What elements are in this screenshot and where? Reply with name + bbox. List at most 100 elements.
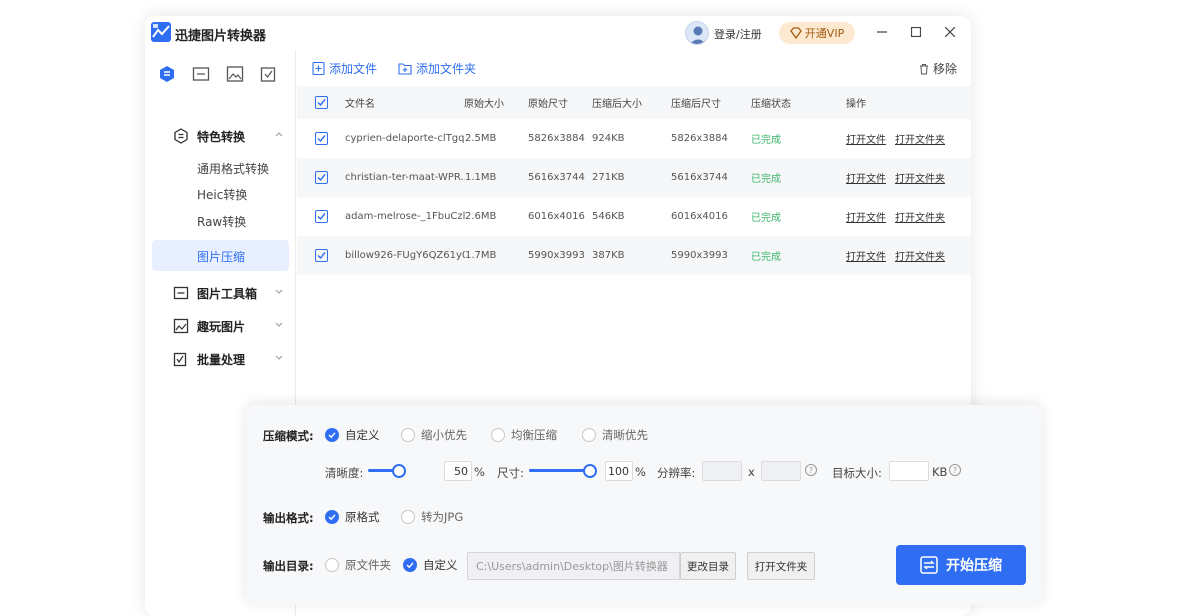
- diamond-icon: [789, 27, 802, 39]
- row-checkbox[interactable]: [315, 171, 328, 184]
- login-link[interactable]: 登录/注册: [714, 26, 762, 42]
- table-row[interactable]: christian-ter-maat-WPR... 1.1MB 5616x374…: [297, 158, 971, 197]
- nav-group-fun-image[interactable]: 趣玩图片: [145, 315, 296, 337]
- clarity-slider[interactable]: [368, 464, 430, 478]
- open-folder-link[interactable]: 打开文件夹: [895, 158, 951, 197]
- radio-unchecked-icon: [491, 428, 505, 442]
- open-file-link[interactable]: 打开文件: [846, 236, 892, 275]
- resolution-height-input[interactable]: [761, 461, 801, 481]
- add-file-button[interactable]: 添加文件: [312, 60, 377, 77]
- start-compress-label: 开始压缩: [946, 558, 1002, 574]
- remove-label: 移除: [933, 62, 958, 76]
- toolbox-icon: [173, 286, 189, 300]
- nav-group-toolbox[interactable]: 图片工具箱: [145, 282, 296, 304]
- open-file-link[interactable]: 打开文件: [846, 119, 892, 158]
- close-button[interactable]: [940, 22, 960, 42]
- radio-checked-icon: [325, 428, 339, 442]
- format-radio-jpg[interactable]: 转为JPG: [401, 509, 463, 525]
- table-row[interactable]: adam-melrose-_1FbuCzl... 2.6MB 6016x4016…: [297, 197, 971, 236]
- image-tab[interactable]: [225, 64, 245, 84]
- hexagon-tab[interactable]: [157, 64, 177, 84]
- target-size-input[interactable]: [889, 461, 929, 481]
- radio-label: 均衡压缩: [511, 428, 557, 442]
- row-checkbox[interactable]: [315, 210, 328, 223]
- col-actions: 操作: [846, 99, 866, 110]
- dir-radio-original[interactable]: 原文件夹: [325, 557, 391, 573]
- row-checkbox[interactable]: [315, 132, 328, 145]
- open-folder-link[interactable]: 打开文件夹: [895, 236, 951, 275]
- title-bar: 迅捷图片转换器 登录/注册 开通VIP: [145, 16, 971, 50]
- batch-check-icon: [260, 67, 276, 82]
- sidebar-item-general-format[interactable]: 通用格式转换: [197, 160, 269, 177]
- sidebar-item-heic[interactable]: Heic转换: [197, 186, 247, 203]
- open-folder-link[interactable]: 打开文件夹: [895, 197, 951, 236]
- sidebar-item-compress-label: 图片压缩: [197, 250, 246, 264]
- batch-tab[interactable]: [259, 64, 279, 84]
- compress-icon: [920, 556, 938, 574]
- nav-group-batch[interactable]: 批量处理: [145, 348, 296, 370]
- dir-radio-custom[interactable]: 自定义: [403, 557, 458, 573]
- open-file-link[interactable]: 打开文件: [846, 158, 892, 197]
- col-orig-dim[interactable]: 原始尺寸: [528, 86, 592, 119]
- size-input[interactable]: 100: [605, 461, 633, 481]
- format-radio-original[interactable]: 原格式: [325, 509, 380, 525]
- cell-orig-size: 2.6MB: [465, 211, 497, 222]
- toolbox-tab[interactable]: [191, 64, 211, 84]
- cell-new-size: 924KB: [592, 133, 625, 144]
- start-compress-button[interactable]: 开始压缩: [896, 545, 1026, 585]
- check-icon: [317, 174, 326, 182]
- cell-new-dim: 5616x3744: [671, 172, 728, 183]
- clarity-input[interactable]: 50: [444, 461, 472, 481]
- col-new-size[interactable]: 压缩后大小: [592, 86, 671, 119]
- cell-orig-dim: 5826x3884: [528, 133, 585, 144]
- open-output-folder-button[interactable]: 打开文件夹: [747, 552, 815, 580]
- row-checkbox[interactable]: [315, 249, 328, 262]
- size-slider-handle[interactable]: [583, 464, 597, 478]
- clarity-slider-handle[interactable]: [392, 464, 406, 478]
- col-orig-size[interactable]: 原始大小: [464, 86, 528, 119]
- percent-label: %: [635, 465, 646, 479]
- resolution-help-icon[interactable]: ?: [805, 464, 817, 476]
- app-logo-icon: [151, 22, 171, 42]
- mode-radio-custom[interactable]: 自定义: [325, 427, 380, 443]
- radio-unchecked-icon: [325, 558, 339, 572]
- output-dir-label: 输出目录:: [263, 559, 314, 573]
- change-dir-button[interactable]: 更改目录: [680, 552, 736, 580]
- select-all-checkbox[interactable]: [315, 96, 328, 109]
- maximize-button[interactable]: [906, 22, 926, 42]
- col-status[interactable]: 压缩状态: [751, 86, 846, 119]
- radio-unchecked-icon: [582, 428, 596, 442]
- minimize-button[interactable]: [872, 22, 892, 42]
- resolution-width-input[interactable]: [702, 461, 742, 481]
- add-folder-button[interactable]: 添加文件夹: [398, 60, 476, 77]
- open-file-link[interactable]: 打开文件: [846, 197, 892, 236]
- sidebar-item-raw[interactable]: Raw转换: [197, 213, 246, 230]
- col-new-dim[interactable]: 压缩后尺寸: [671, 86, 751, 119]
- radio-label: 自定义: [423, 558, 458, 572]
- size-slider[interactable]: [529, 464, 597, 478]
- nav-group-feature-convert[interactable]: 特色转换: [145, 125, 296, 147]
- output-format-label: 输出格式:: [263, 511, 314, 525]
- vip-label: 开通VIP: [804, 27, 845, 40]
- vip-button[interactable]: 开通VIP: [779, 22, 855, 44]
- trash-icon: [920, 63, 928, 74]
- target-size-label: 目标大小:: [832, 466, 882, 480]
- col-filename[interactable]: 文件名: [345, 86, 463, 119]
- percent-label: %: [474, 465, 485, 479]
- mode-radio-size-first[interactable]: 缩小优先: [401, 427, 467, 443]
- remove-button[interactable]: 移除: [918, 60, 957, 77]
- radio-label: 原格式: [345, 510, 380, 524]
- mode-radio-clarity-first[interactable]: 清晰优先: [582, 427, 648, 443]
- table-row[interactable]: cyprien-delaporte-clTgqi... 2.5MB 5826x3…: [297, 119, 971, 158]
- add-file-label: 添加文件: [329, 62, 378, 76]
- output-path-input[interactable]: C:\Users\admin\Desktop\图片转换器: [467, 552, 680, 580]
- mode-radio-balanced[interactable]: 均衡压缩: [491, 427, 557, 443]
- target-size-help-icon[interactable]: ?: [949, 464, 961, 476]
- clarity-label: 清晰度:: [325, 466, 364, 480]
- image-icon: [226, 66, 244, 82]
- cell-status: 已完成: [751, 252, 781, 263]
- avatar[interactable]: [685, 21, 709, 45]
- radio-unchecked-icon: [401, 428, 415, 442]
- table-row[interactable]: billow926-FUgY6QZ61y0... 1.7MB 5990x3993…: [297, 236, 971, 275]
- open-folder-link[interactable]: 打开文件夹: [895, 119, 951, 158]
